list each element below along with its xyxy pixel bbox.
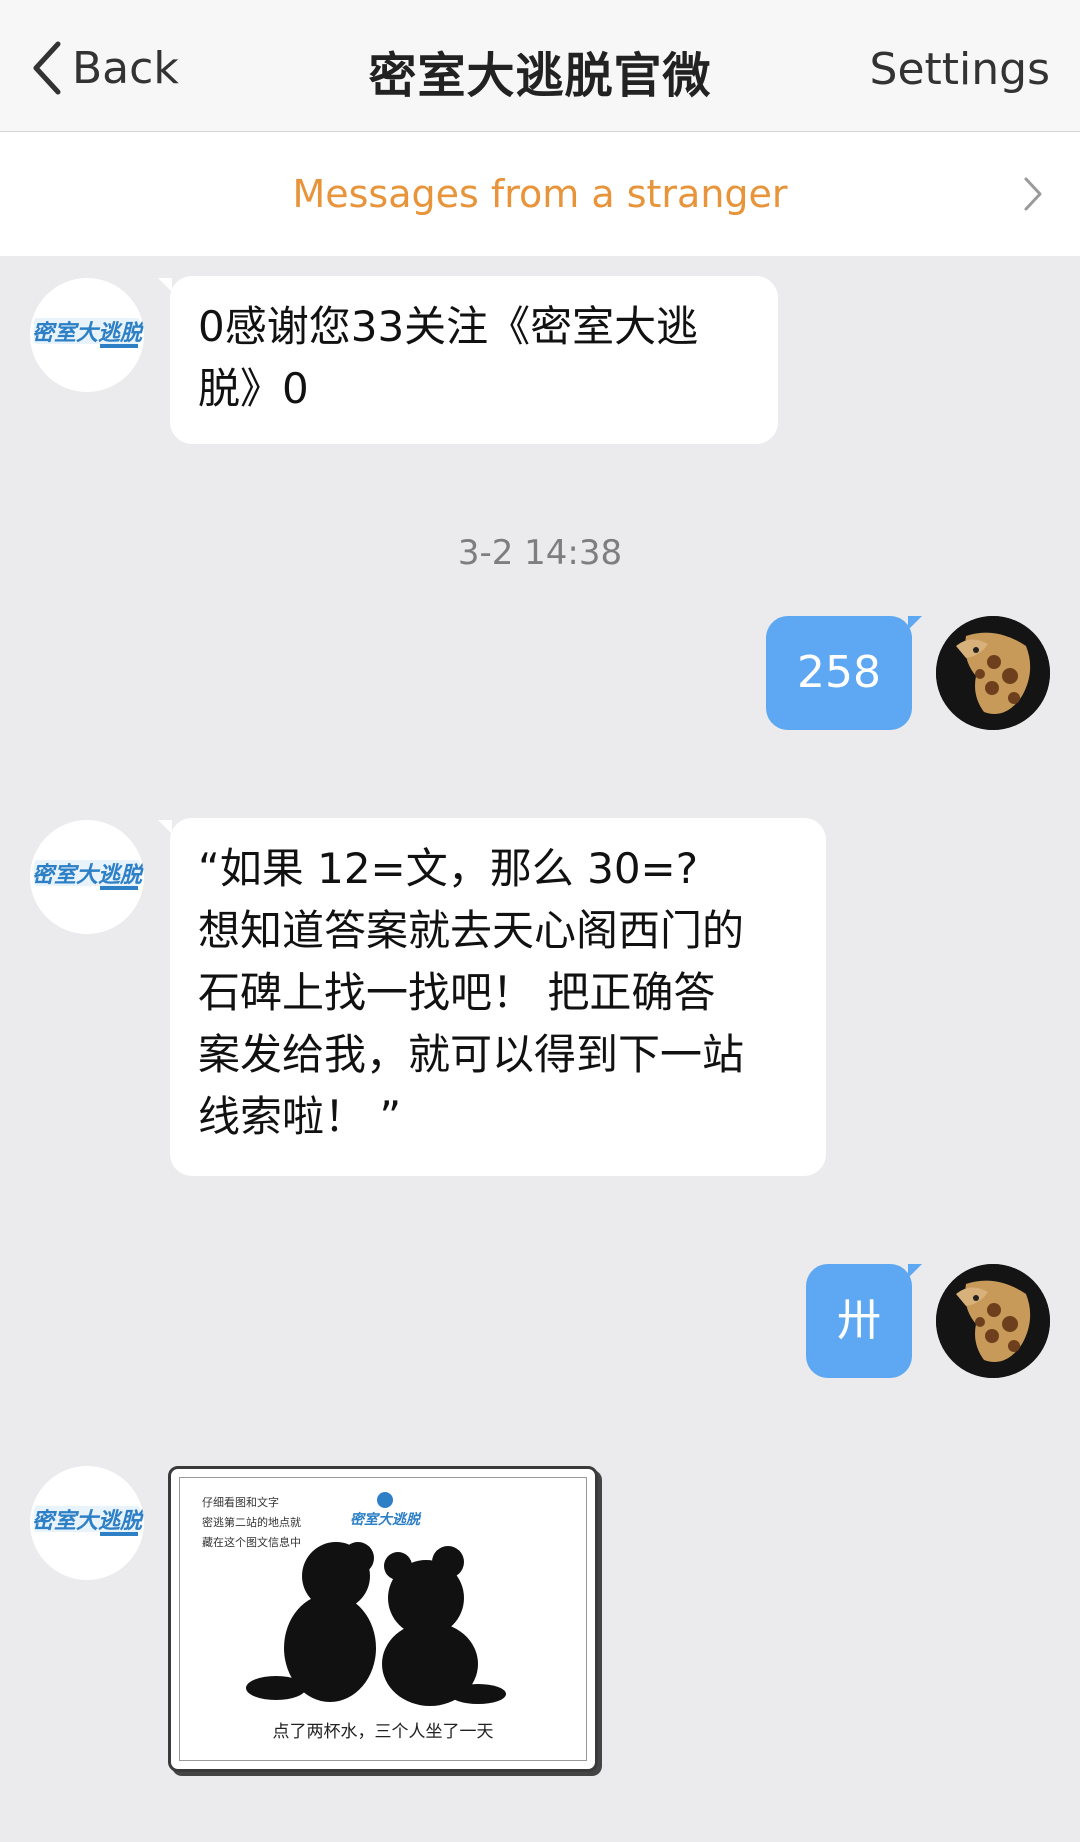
- svg-text:密室大逃脱: 密室大逃脱: [350, 1511, 422, 1528]
- official-avatar[interactable]: 密室大逃脱: [30, 820, 144, 934]
- official-avatar[interactable]: 密室大逃脱: [30, 278, 144, 392]
- back-label: Back: [72, 42, 179, 94]
- message-bubble-outgoing[interactable]: 258: [766, 616, 912, 730]
- bubble-tail: [908, 616, 922, 630]
- stranger-banner-text: Messages from a stranger: [292, 172, 788, 216]
- image-text-line: 密逃第二站的地点就: [202, 1516, 301, 1529]
- giraffe-avatar-icon: [936, 616, 1050, 730]
- top-navigation-bar: Back 密室大逃脱官微 Settings: [0, 0, 1080, 132]
- image-message[interactable]: 仔细看图和文字 密逃第二站的地点就 藏在这个图文信息中 密室大逃脱 点了两杯水，…: [168, 1466, 598, 1772]
- stranger-message-banner[interactable]: Messages from a stranger: [0, 132, 1080, 256]
- image-caption: 点了两杯水，三个人坐了一天: [272, 1722, 494, 1742]
- escape-room-logo-icon: 密室大逃脱: [32, 318, 144, 348]
- bubble-tail: [908, 1264, 922, 1278]
- user-avatar[interactable]: [936, 616, 1050, 730]
- svg-text:密室大逃脱: 密室大逃脱: [32, 320, 144, 346]
- message-text: “如果 12=文，那么 30=? 想知道答案就去天心阁西门的 石碑上找一找吧！ …: [198, 844, 745, 1141]
- message-text: 0感谢您33关注《密室大逃 脱》0: [198, 302, 699, 413]
- bubble-tail: [158, 278, 172, 292]
- image-content: 仔细看图和文字 密逃第二站的地点就 藏在这个图文信息中 密室大逃脱 点了两杯水，…: [179, 1477, 587, 1761]
- settings-button[interactable]: Settings: [870, 44, 1050, 95]
- message-text: 258: [797, 647, 881, 698]
- official-avatar[interactable]: 密室大逃脱: [30, 1466, 144, 1580]
- chevron-right-icon: [1024, 177, 1042, 211]
- chevron-left-icon: [33, 41, 61, 95]
- bubble-tail: [158, 820, 172, 834]
- back-button[interactable]: Back: [30, 38, 179, 98]
- teddy-bears-silhouette-icon: [246, 1542, 506, 1706]
- image-text-line: 仔细看图和文字: [202, 1496, 279, 1509]
- user-avatar[interactable]: [936, 1264, 1050, 1378]
- escape-room-logo-icon: 密室大逃脱: [32, 860, 144, 890]
- escape-room-logo-icon: 密室大逃脱: [350, 1492, 422, 1528]
- message-timestamp: 3-2 14:38: [457, 533, 623, 573]
- message-text: 卅: [837, 1295, 881, 1346]
- escape-room-logo-icon: 密室大逃脱: [32, 1506, 144, 1536]
- message-bubble-incoming[interactable]: “如果 12=文，那么 30=? 想知道答案就去天心阁西门的 石碑上找一找吧！ …: [170, 818, 826, 1176]
- message-bubble-outgoing[interactable]: 卅: [806, 1264, 912, 1378]
- giraffe-avatar-icon: [936, 1264, 1050, 1378]
- svg-text:密室大逃脱: 密室大逃脱: [32, 1508, 144, 1534]
- svg-text:密室大逃脱: 密室大逃脱: [32, 862, 144, 888]
- message-bubble-incoming[interactable]: 0感谢您33关注《密室大逃 脱》0: [170, 276, 778, 444]
